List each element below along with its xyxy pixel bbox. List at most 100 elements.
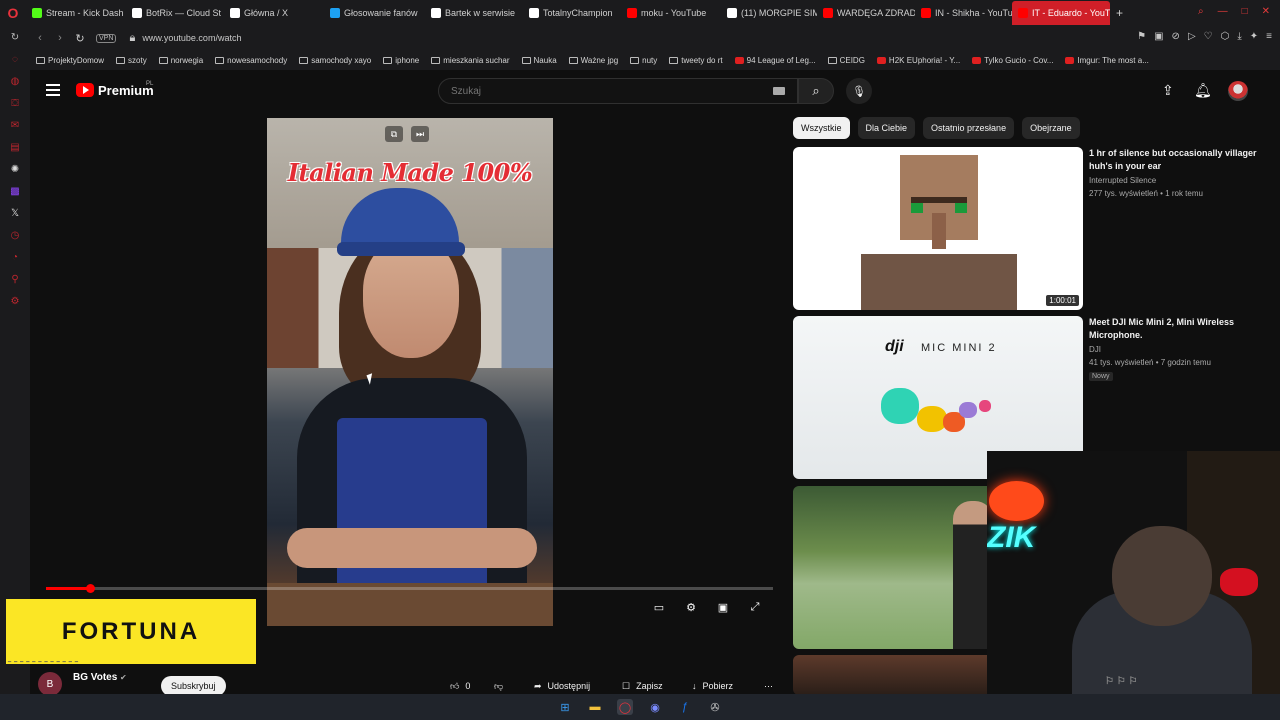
snapshot-icon[interactable]: ▣ <box>1154 31 1163 42</box>
account-avatar[interactable] <box>1228 81 1248 101</box>
messenger-icon[interactable]: ◌ <box>8 52 22 66</box>
bookmark-item[interactable]: szoty <box>110 56 153 65</box>
bookmark-item[interactable]: iphone <box>377 56 425 65</box>
extensions-icon[interactable]: ⬡ <box>1221 31 1230 42</box>
tab-4[interactable]: Bartek w serwisie <box>425 1 523 25</box>
maximize-icon[interactable]: □ <box>1242 6 1248 17</box>
bookmark-item[interactable]: samochody xayo <box>293 56 377 65</box>
tab-0[interactable]: Stream - Kick Dash <box>26 1 126 25</box>
subtitles-icon[interactable]: ▭ <box>650 600 668 614</box>
ai-icon[interactable]: ✦ <box>1250 31 1258 42</box>
windows-start-icon[interactable]: ⊞ <box>557 699 573 715</box>
youtube-logo-icon[interactable] <box>76 83 94 97</box>
back-icon[interactable]: ‹ <box>30 32 50 44</box>
tab-9[interactable]: IN - Shikha - YouTu <box>915 1 1012 25</box>
video-player[interactable]: Italian Made 100% ⧉ ⏭ ▭ ⚙ ▣ ⤢ <box>30 114 775 626</box>
more-actions-button[interactable]: ⋯ <box>764 676 773 696</box>
search-input[interactable] <box>439 79 739 103</box>
discord-taskbar-icon[interactable]: ◉ <box>647 699 663 715</box>
sidebar-x-icon[interactable]: 𝕏 <box>8 206 22 220</box>
voice-search-button[interactable]: 🎙︎ <box>846 78 872 104</box>
tab-5[interactable]: TotalnyChampion <box>523 1 621 25</box>
recommendation-title[interactable]: Meet DJI Mic Mini 2, Mini Wireless Micro… <box>1089 316 1269 342</box>
reload-icon[interactable]: ↻ <box>70 32 90 45</box>
like-button[interactable]: 👍︎ 0 <box>450 676 470 696</box>
notifications-bell-icon[interactable]: 🔔︎ <box>1194 82 1212 99</box>
bookmark-item[interactable]: ProjektyDomow <box>30 56 110 65</box>
hamburger-menu-icon[interactable] <box>46 84 60 96</box>
bookmark-item[interactable]: Nauka <box>516 56 563 65</box>
recommendation-channel[interactable]: DJI <box>1089 345 1101 354</box>
tab-8[interactable]: WARDĘGA ZDRAD <box>817 1 915 25</box>
recommendation-title[interactable]: 1 hr of silence but occasionally village… <box>1089 147 1269 173</box>
next-icon[interactable]: ⏭ <box>411 126 429 142</box>
bookmark-item[interactable]: Tylko Gucio - Cov... <box>966 56 1059 65</box>
close-window-icon[interactable]: ✕ <box>1262 6 1270 17</box>
video-progress-bar[interactable] <box>46 584 773 593</box>
bookmark-item[interactable]: nowesamochody <box>209 56 293 65</box>
sidebar-vk-icon[interactable]: ▤ <box>8 140 22 154</box>
menu-icon[interactable]: ≡ <box>1266 31 1272 42</box>
opera-taskbar-icon[interactable]: ◯ <box>617 699 633 715</box>
bookmark-item[interactable]: H2K EUphoria! - Y... <box>871 56 966 65</box>
search-button[interactable]: ⌕ <box>798 78 834 104</box>
tab-1[interactable]: BotRix — Cloud St <box>126 1 224 25</box>
download-icon[interactable]: ⤓ <box>1237 31 1241 42</box>
filter-chip[interactable]: Wszystkie <box>793 117 850 139</box>
bookmark-item[interactable]: mieszkania suchar <box>425 56 515 65</box>
share-button[interactable]: ➦ Udostępnij <box>534 676 590 696</box>
new-tab-button[interactable]: + <box>1110 1 1129 25</box>
miniplayer-icon[interactable]: ⧉ <box>385 126 403 142</box>
dislike-button[interactable]: 👎︎ <box>494 676 503 696</box>
sidebar-bag-icon[interactable]: ⛋ <box>8 96 22 110</box>
save-button[interactable]: ☐ Zapisz <box>622 676 663 696</box>
bookmark-item[interactable]: nuty <box>624 56 663 65</box>
sidebar-whatsapp-icon[interactable]: ◍ <box>8 74 22 88</box>
video-frame[interactable]: Italian Made 100% ⧉ ⏭ <box>267 118 553 626</box>
settings-gear-icon[interactable]: ⚙ <box>682 600 700 614</box>
filter-chip[interactable]: Obejrzane <box>1022 117 1080 139</box>
bookmark-item[interactable]: CEIDG <box>822 56 871 65</box>
sidebar-clock-icon[interactable]: ◔ <box>8 250 22 264</box>
bookmark-item[interactable]: tweety do rt <box>663 56 728 65</box>
minimize-icon[interactable]: — <box>1218 6 1228 17</box>
tab-3[interactable]: Głosowanie fanów <box>324 1 425 25</box>
tab-10[interactable]: IT - Eduardo - YouTube <box>1012 1 1110 25</box>
sidebar-twitch-icon[interactable]: ▩ <box>8 184 22 198</box>
bookmark-item[interactable]: norwegia <box>153 56 209 65</box>
bookmark-item[interactable]: 94 League of Leg... <box>729 56 822 65</box>
adblock-icon[interactable]: ⊘ <box>1172 31 1180 42</box>
url-field[interactable]: www.youtube.com/watch <box>142 33 241 43</box>
recommendation-thumbnail[interactable]: 1:00:01 <box>793 147 1083 310</box>
channel-name[interactable]: BG Votes <box>73 672 117 683</box>
search-tabs-icon[interactable]: ⌕ <box>1198 6 1204 17</box>
player-icon[interactable]: ▷ <box>1188 31 1196 42</box>
subscribe-button[interactable]: Subskrybuj <box>161 676 226 696</box>
refresh-icon[interactable]: ↻ <box>8 30 22 44</box>
theater-mode-icon[interactable]: ▣ <box>714 600 732 614</box>
filter-chip[interactable]: Dla Ciebie <box>857 117 916 139</box>
tab-7[interactable]: (11) MORGPIE SIM <box>721 1 817 25</box>
filter-chip[interactable]: Ostatnio przesłane <box>923 117 1015 139</box>
opera-logo-icon[interactable]: O <box>0 0 26 26</box>
sidebar-history-icon[interactable]: ◷ <box>8 228 22 242</box>
forward-icon[interactable]: › <box>50 32 70 44</box>
facebook-taskbar-icon[interactable]: ƒ <box>677 699 693 715</box>
upload-icon[interactable]: ⇪ <box>1162 82 1174 99</box>
file-explorer-icon[interactable]: ▬ <box>587 699 603 715</box>
sidebar-chatgpt-icon[interactable]: ✺ <box>8 162 22 176</box>
recommendation-channel[interactable]: Interrupted Silence <box>1089 176 1156 185</box>
sidebar-settings-icon[interactable]: ⚙ <box>8 294 22 308</box>
sidebar-mail-icon[interactable]: ✉ <box>8 118 22 132</box>
heart-icon[interactable]: ♡ <box>1204 31 1213 42</box>
bookmark-item[interactable]: Imgur: The most a... <box>1059 56 1154 65</box>
app-taskbar-icon[interactable]: ✇ <box>707 699 723 715</box>
tab-2[interactable]: Główna / X <box>224 1 324 25</box>
sidebar-pin-icon[interactable]: ⚲ <box>8 272 22 286</box>
vpn-badge[interactable]: VPN <box>96 33 117 43</box>
bookmark-item[interactable]: Ważne jpg <box>563 56 625 65</box>
tab-6[interactable]: moku - YouTube <box>621 1 721 25</box>
bookmark-icon[interactable]: ⚑ <box>1137 31 1146 42</box>
keyboard-icon[interactable] <box>773 87 785 95</box>
channel-avatar[interactable]: B <box>38 672 62 696</box>
